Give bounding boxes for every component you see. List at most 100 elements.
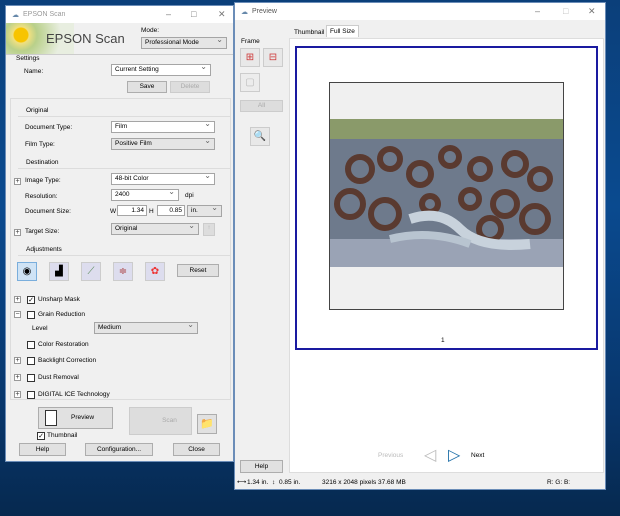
configuration-button[interactable]: Configuration... <box>85 443 153 456</box>
preview-help-button[interactable]: Help <box>240 460 283 473</box>
unit-select[interactable]: in. <box>187 203 222 217</box>
thumbnail-label: Thumbnail <box>47 432 78 439</box>
select-frame-icon[interactable]: ⊞ <box>240 48 260 67</box>
target-size-select[interactable]: Original <box>111 221 199 235</box>
name-label: Name: <box>24 68 44 75</box>
file-save-settings-button[interactable]: 📁 <box>197 414 217 434</box>
maximize-button[interactable]: □ <box>191 9 196 19</box>
backlight-label: Backlight Correction <box>38 357 97 364</box>
height-arrow-icon: ↕ <box>272 479 276 486</box>
close-window-button[interactable]: ✕ <box>588 6 596 17</box>
target-size-label: Target Size: <box>25 228 60 235</box>
document-icon <box>45 410 57 426</box>
original-heading: Original <box>18 105 230 117</box>
next-label[interactable]: Next <box>471 452 484 459</box>
tab-full-size[interactable]: Full Size <box>326 25 359 37</box>
settings-heading: Settings <box>16 55 40 62</box>
resolution-label: Resolution: <box>25 193 58 200</box>
name-select[interactable]: Current Setting <box>111 62 211 76</box>
header-banner: EPSON Scan Mode: Professional Mode <box>6 23 233 55</box>
mode-select[interactable]: Professional Mode <box>141 35 227 49</box>
backlight-checkbox[interactable] <box>27 357 35 365</box>
expand-backlight[interactable]: + <box>14 357 21 364</box>
preview-title-bar: ☁ Preview <box>235 3 605 20</box>
level-select[interactable]: Medium <box>94 320 198 334</box>
film-type-select[interactable]: Positive Film <box>111 136 215 150</box>
expand-dust[interactable]: + <box>14 374 21 381</box>
preview-window: ☁ Preview – □ ✕ Frame ⊞ ⊟ ▢ All 🔍 Help Th… <box>234 2 606 490</box>
dpi-label: dpi <box>185 192 194 199</box>
adjustments-heading: Adjustments <box>18 244 230 256</box>
digital-ice-label: DIGITAL ICE Technology <box>38 391 110 398</box>
dust-removal-checkbox[interactable] <box>27 374 35 382</box>
unsharp-mask-checkbox[interactable]: ✓ <box>27 296 35 304</box>
expand-unsharp-mask[interactable]: + <box>14 296 21 303</box>
delete-button[interactable]: Delete <box>170 81 210 93</box>
resolution-select[interactable]: 2400 <box>111 187 179 201</box>
preview-area: 1 Previous ◁ ▷ Next <box>289 38 604 473</box>
target-size-orientation-button[interactable]: ↑ <box>203 223 215 236</box>
height-input[interactable]: 0.85 <box>157 205 185 216</box>
collapse-grain-reduction[interactable]: − <box>14 311 21 318</box>
image-adjustment-icon[interactable]: ≑ <box>113 262 133 281</box>
document-size-label: Document Size: <box>25 208 71 215</box>
image-type-select[interactable]: 48-bit Color <box>111 171 215 185</box>
maximize-button[interactable]: □ <box>563 6 568 16</box>
page-number: 1 <box>441 337 445 344</box>
previous-arrow-icon[interactable]: ◁ <box>424 445 436 465</box>
epson-scan-window: ☁ EPSON Scan – □ ✕ EPSON Scan Mode: Profe… <box>5 5 234 462</box>
all-button[interactable]: All <box>240 100 283 112</box>
scan-button[interactable]: Scan <box>129 407 192 435</box>
scan-button-label: Scan <box>162 417 177 424</box>
app-icon: ☁ <box>12 11 19 19</box>
minimize-button[interactable]: – <box>166 9 171 19</box>
width-input[interactable]: 1.34 <box>117 205 147 216</box>
scanned-photo <box>330 119 563 267</box>
dust-removal-label: Dust Removal <box>38 374 79 381</box>
reset-button[interactable]: Reset <box>177 264 219 277</box>
save-button[interactable]: Save <box>127 81 167 93</box>
destination-heading: Destination <box>18 157 230 169</box>
document-type-select[interactable]: Film <box>111 119 215 133</box>
thumbnail-checkbox[interactable]: ✓ <box>37 432 45 440</box>
color-restoration-checkbox[interactable] <box>27 341 35 349</box>
minimize-button[interactable]: – <box>535 6 540 16</box>
expand-image-type[interactable]: + <box>14 178 21 185</box>
color-palette-icon[interactable]: ✿ <box>145 262 165 281</box>
preview-title: Preview <box>252 8 277 15</box>
preview-button[interactable]: Preview <box>38 407 113 429</box>
tone-curve-icon[interactable]: ⟋ <box>81 262 101 281</box>
unsharp-mask-label: Unsharp Mask <box>38 296 80 303</box>
histogram-icon[interactable]: ▟ <box>49 262 69 281</box>
status-pixels: 3216 x 2048 pixels 37.68 MB <box>322 479 406 486</box>
mode-label: Mode: <box>141 27 160 34</box>
help-button[interactable]: Help <box>19 443 66 456</box>
film-frame <box>329 82 564 310</box>
select-all-frames-icon[interactable]: ⊟ <box>263 48 283 67</box>
tab-thumbnail[interactable]: Thumbnail <box>292 27 326 38</box>
close-button[interactable]: Close <box>173 443 220 456</box>
close-window-button[interactable]: ✕ <box>218 9 226 20</box>
expand-target-size[interactable]: + <box>14 229 21 236</box>
frame-label: Frame <box>241 38 260 45</box>
preview-button-label: Preview <box>71 414 95 421</box>
status-width: 1.34 in. <box>247 479 269 486</box>
title-bar: ☁ EPSON Scan <box>6 6 233 23</box>
film-type-label: Film Type: <box>25 141 55 148</box>
previous-label[interactable]: Previous <box>378 452 403 459</box>
expand-ice[interactable]: + <box>14 391 21 398</box>
status-bar: ⟷ 1.34 in. ↕ 0.85 in. 3216 x 2048 pixels… <box>235 476 605 489</box>
width-arrow-icon: ⟷ <box>237 479 247 486</box>
auto-exposure-icon[interactable]: ◉ <box>17 262 37 281</box>
level-label: Level <box>32 325 48 332</box>
grain-reduction-checkbox[interactable] <box>27 311 35 319</box>
digital-ice-checkbox[interactable] <box>27 391 35 399</box>
marquee-icon[interactable]: ▢ <box>240 73 260 92</box>
next-arrow-icon[interactable]: ▷ <box>448 445 460 465</box>
image-type-label: Image Type: <box>25 177 61 184</box>
logo-text: EPSON Scan <box>46 31 125 46</box>
document-type-label: Document Type: <box>25 124 73 131</box>
app-icon: ☁ <box>241 8 248 16</box>
zoom-icon[interactable]: 🔍 <box>250 127 270 146</box>
status-rgb: R: G: B: <box>547 479 571 486</box>
